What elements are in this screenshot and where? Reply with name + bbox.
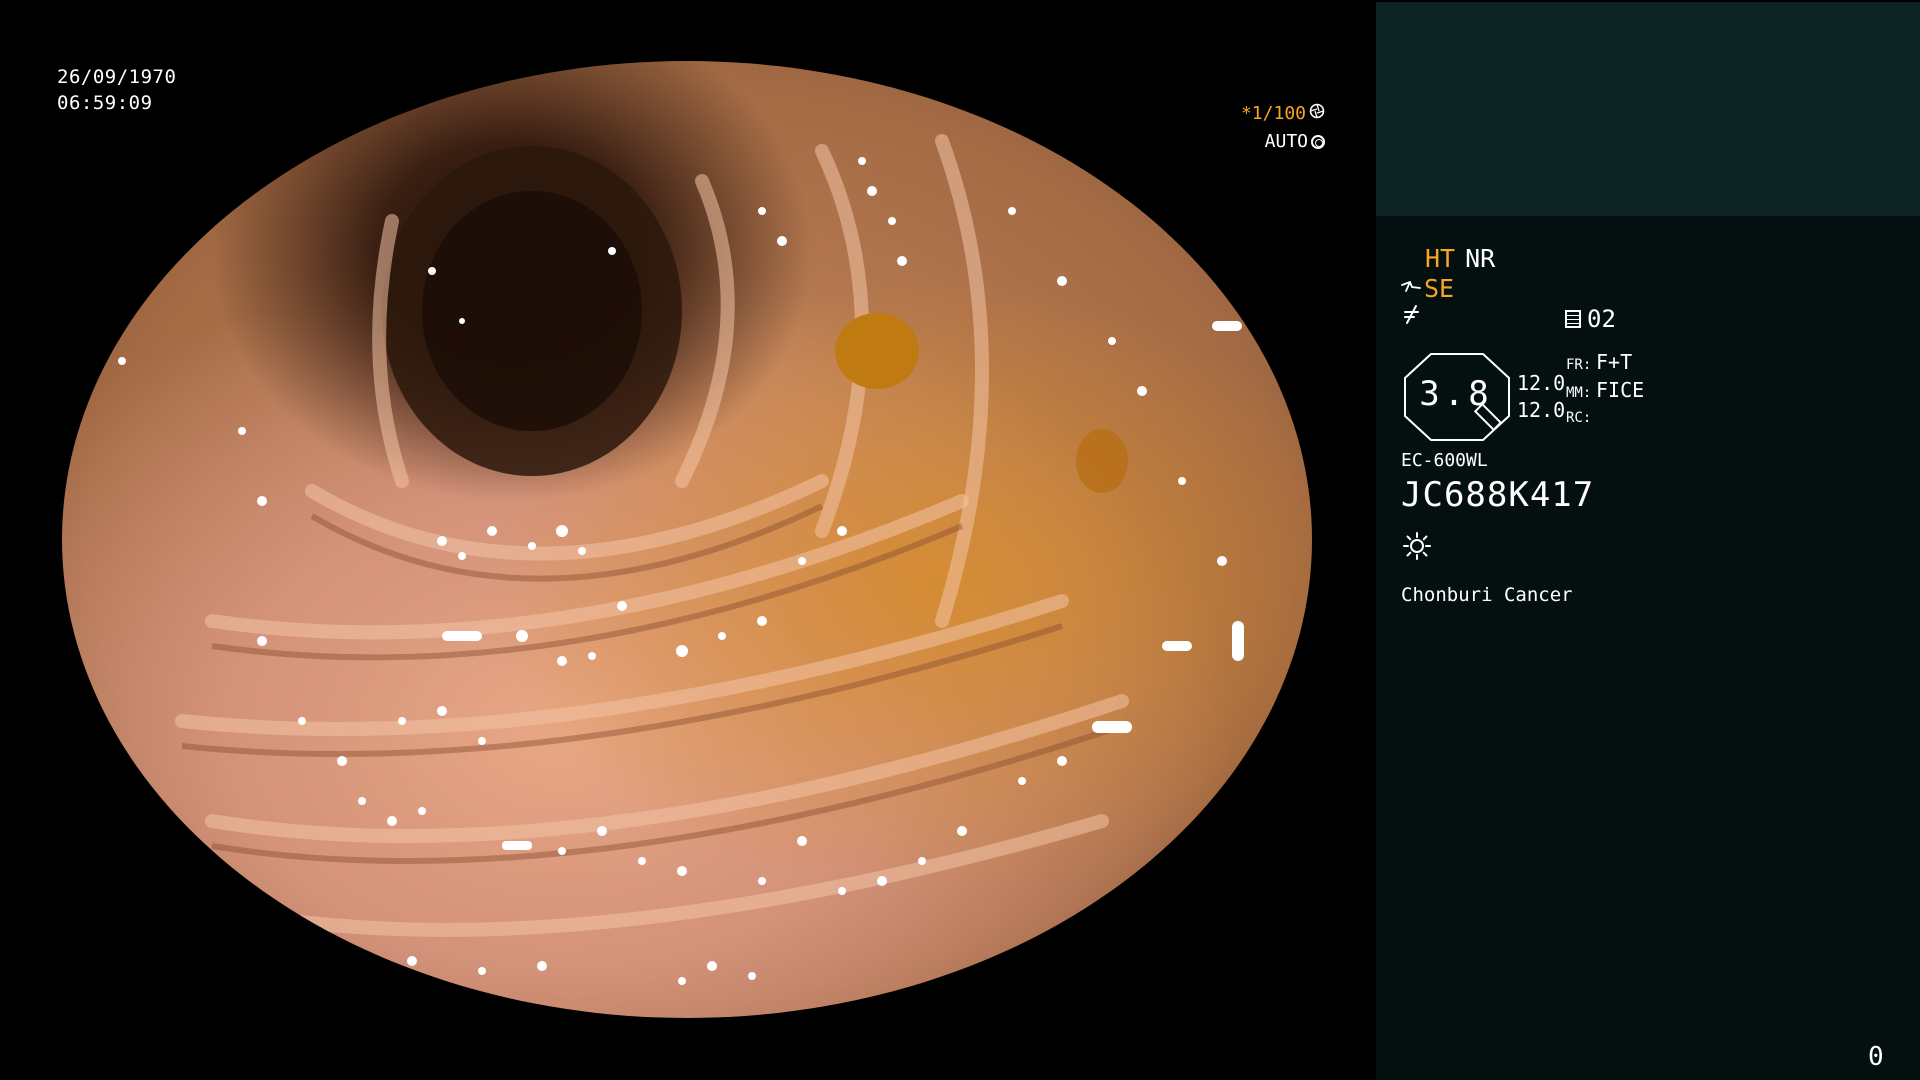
scope-model: EC-600WL [1401, 450, 1488, 471]
aperture-icon [1309, 100, 1325, 128]
value-2: 12.0 [1517, 398, 1566, 422]
se-row: SE [1400, 274, 1454, 303]
mode-ht: HT [1425, 244, 1456, 273]
date-text: 26/09/1970 [57, 66, 177, 88]
settings-column: FR: F+T MM: FICE RC: [1566, 350, 1644, 431]
sun-icon [1402, 531, 1432, 561]
rc-label: RC: [1566, 410, 1592, 426]
counter-value: 02 [1587, 305, 1616, 333]
info-panel-header [1376, 2, 1920, 216]
shutter-row: *1/100 [1225, 100, 1325, 128]
time-text: 06:59:09 [57, 92, 153, 114]
mm-value: FICE [1596, 378, 1645, 402]
mode-se: SE [1424, 274, 1455, 303]
scope-serial: JC688K417 [1401, 475, 1595, 515]
datetime-overlay: 26/09/1970 06:59:09 [57, 64, 176, 116]
endoscopy-monitor: 26/09/1970 06:59:09 *1/100 AUTO HT NR SE … [0, 0, 1920, 1080]
fr-row: FR: F+T [1566, 350, 1644, 378]
fr-label: FR: [1566, 357, 1592, 373]
shutter-info: *1/100 AUTO [1225, 100, 1325, 156]
counter-row: 02 [1565, 305, 1616, 333]
enhance-octagon: 3.8 [1401, 352, 1511, 441]
document-icon [1565, 310, 1581, 328]
value-1: 12.0 [1517, 371, 1566, 395]
fr-value: F+T [1596, 350, 1633, 374]
info-panel [1376, 216, 1920, 1080]
scope-icon [1400, 274, 1422, 303]
ring-icon [1311, 135, 1325, 149]
mode-row: HT NR [1425, 244, 1495, 273]
corner-number: 0 [1868, 1042, 1884, 1072]
exposure-mode: AUTO [1264, 131, 1308, 152]
not-equal-icon [1402, 303, 1422, 331]
rc-row: RC: [1566, 406, 1644, 431]
mm-label: MM: [1566, 385, 1592, 401]
shutter-speed: *1/100 [1240, 103, 1306, 124]
endoscopic-image [62, 61, 1312, 1018]
hospital-name: Chonburi Cancer [1401, 584, 1573, 606]
enhance-value: 3.8 [1419, 374, 1493, 414]
mm-row: MM: FICE [1566, 378, 1644, 406]
value-column: 12.0 12.0 [1517, 370, 1565, 424]
mucosa-folds [118, 134, 1244, 985]
mode-nr: NR [1465, 244, 1496, 273]
exposure-row: AUTO [1225, 128, 1325, 156]
